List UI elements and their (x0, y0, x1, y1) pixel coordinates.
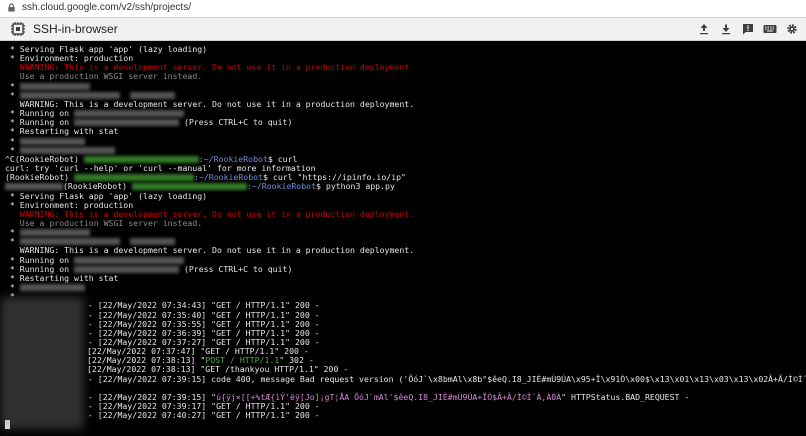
redacted-text (5, 183, 63, 191)
redacted-text (74, 265, 180, 273)
terminal-output: * Serving Flask app 'app' (lazy loading)… (0, 41, 806, 430)
terminal-line: Use a production WSGI server instead. (5, 217, 203, 228)
url-text: ssh.cloud.google.com/v2/ssh/projects/ (22, 2, 191, 13)
compute-engine-icon (11, 22, 25, 36)
redacted-text (129, 91, 175, 99)
window-title: SSH-in-browser (33, 22, 118, 36)
address-bar[interactable]: ssh.cloud.google.com/v2/ssh/projects/ (0, 0, 806, 18)
redacted-text (19, 229, 90, 237)
redacted-text (19, 146, 115, 154)
redacted-text (83, 155, 199, 163)
terminal-line: $ python3 app.py (316, 181, 395, 192)
log-line: - [22/May/2022 07:40:27] "GET / HTTP/1.1… (83, 410, 320, 421)
ssh-toolbar: SSH-in-browser (0, 18, 806, 41)
terminal-line: (Press CTRL+C to quit) (179, 117, 293, 128)
terminal[interactable]: * Serving Flask app 'app' (lazy loading)… (0, 41, 806, 436)
gear-icon[interactable] (784, 21, 800, 37)
lock-icon (8, 3, 15, 12)
terminal-line: * Restarting with stat (5, 126, 119, 137)
log-line: - [22/May/2022 07:39:15] code 400, messa… (83, 373, 806, 384)
redacted-text (74, 256, 185, 264)
log-line: " HTTPStatus.BAD_REQUEST - (561, 391, 690, 402)
redacted-text (74, 174, 195, 182)
download-icon[interactable] (718, 21, 734, 37)
redacted-text (129, 238, 175, 246)
keyboard-icon[interactable] (762, 21, 778, 37)
terminal-line: * Restarting with stat (5, 272, 119, 283)
redacted-text (19, 137, 85, 145)
prompt-path: :~/RookieRobot (247, 181, 317, 192)
terminal-line: (Press CTRL+C to quit) (179, 263, 293, 274)
redacted-block (0, 297, 84, 429)
redacted-text (74, 119, 180, 127)
upload-icon[interactable] (696, 21, 712, 37)
redacted-text (19, 284, 85, 292)
redacted-text (19, 238, 120, 246)
redacted-text (132, 183, 248, 191)
redacted-text (19, 82, 90, 90)
redacted-text (74, 110, 185, 118)
terminal-line: Use a production WSGI server instead. (5, 71, 203, 82)
redacted-text (19, 91, 120, 99)
feedback-icon[interactable] (740, 21, 756, 37)
